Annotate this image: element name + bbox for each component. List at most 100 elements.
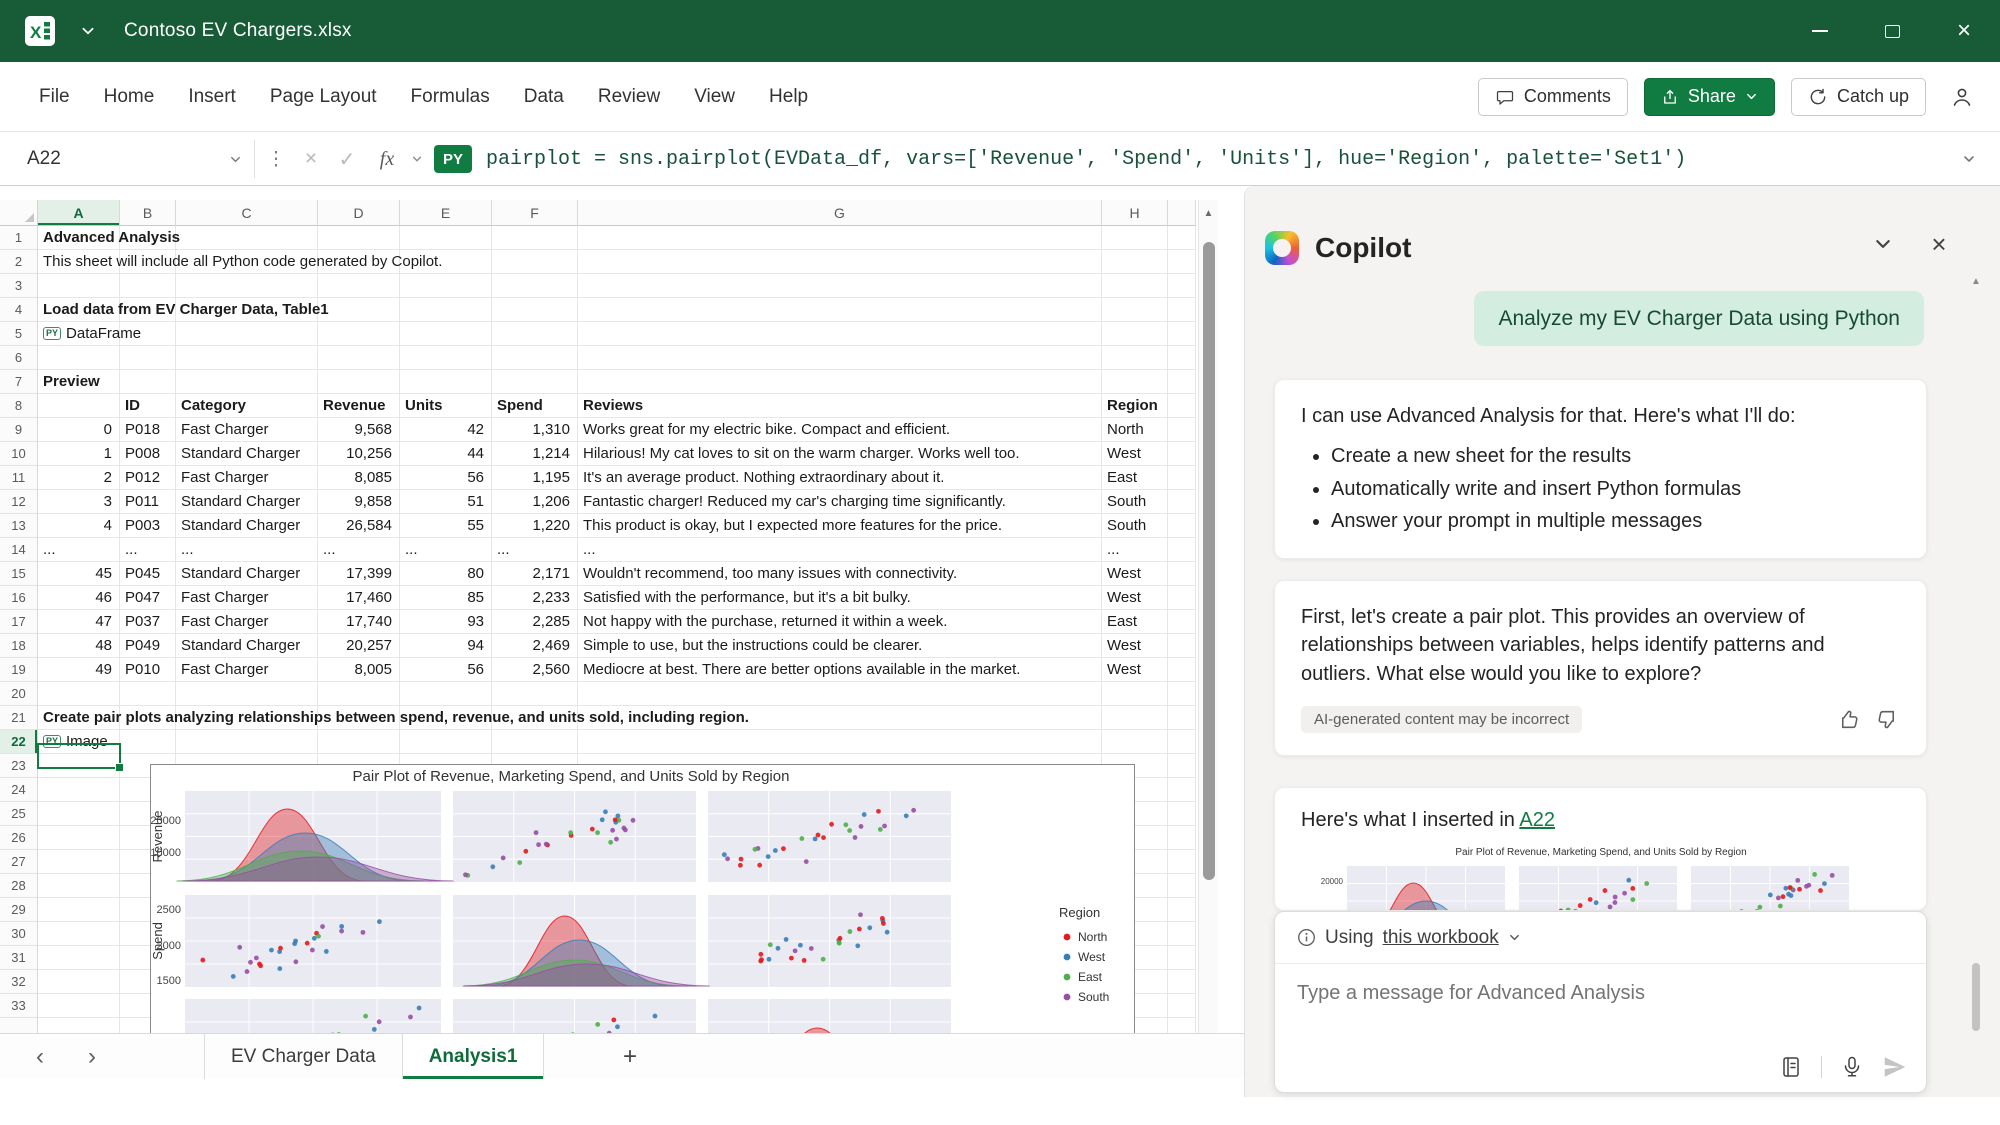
cell-H3[interactable]	[1102, 274, 1168, 298]
expand-formula-bar-icon[interactable]	[1952, 140, 1986, 178]
cell-D3[interactable]	[318, 274, 400, 298]
row-header-12[interactable]: 12	[0, 490, 38, 514]
formula-bar-options-icon[interactable]: ⋮	[262, 140, 290, 178]
cell-G1[interactable]	[578, 226, 1102, 250]
row-header-4[interactable]: 4	[0, 298, 38, 322]
cell-G10[interactable]: Hilarious! My cat loves to sit on the wa…	[578, 442, 1102, 466]
cell-G18[interactable]: Simple to use, but the instructions coul…	[578, 634, 1102, 658]
cell-F9[interactable]: 1,310	[492, 418, 578, 442]
cell-I10[interactable]	[1168, 442, 1196, 466]
cell-C14[interactable]: ...	[176, 538, 318, 562]
cell-E14[interactable]: ...	[400, 538, 492, 562]
cell-I18[interactable]	[1168, 634, 1196, 658]
cancel-entry-icon[interactable]: ×	[296, 140, 326, 178]
cell-C18[interactable]: Standard Charger	[176, 634, 318, 658]
row-header-18[interactable]: 18	[0, 634, 38, 658]
cell-A26[interactable]	[38, 826, 120, 850]
cell-A4[interactable]: Load data from EV Charger Data, Table1	[38, 298, 120, 322]
cell-I31[interactable]	[1168, 946, 1196, 970]
cell-D15[interactable]: 17,399	[318, 562, 400, 586]
cell-B20[interactable]	[120, 682, 176, 706]
cell-D6[interactable]	[318, 346, 400, 370]
cell-A13[interactable]: 4	[38, 514, 120, 538]
cell-F5[interactable]	[492, 322, 578, 346]
cell-H2[interactable]	[1102, 250, 1168, 274]
cell-F17[interactable]: 2,285	[492, 610, 578, 634]
cell-G7[interactable]	[578, 370, 1102, 394]
insert-function-icon[interactable]: fx	[370, 140, 404, 178]
next-sheet-arrow[interactable]: ›	[74, 1034, 110, 1079]
cell-E17[interactable]: 93	[400, 610, 492, 634]
cell-H9[interactable]: North	[1102, 418, 1168, 442]
row-header-9[interactable]: 9	[0, 418, 38, 442]
new-sheet-button[interactable]: +	[614, 1041, 646, 1073]
cell-F20[interactable]	[492, 682, 578, 706]
cell-D20[interactable]	[318, 682, 400, 706]
cell-H8[interactable]: Region	[1102, 394, 1168, 418]
name-box[interactable]: A22	[13, 140, 255, 178]
cell-H22[interactable]	[1102, 730, 1168, 754]
cell-I29[interactable]	[1168, 898, 1196, 922]
row-header-27[interactable]: 27	[0, 850, 38, 874]
ribbon-tab-insert[interactable]: Insert	[171, 62, 253, 131]
row-header-19[interactable]: 19	[0, 658, 38, 682]
cell-G2[interactable]	[578, 250, 1102, 274]
ribbon-tab-file[interactable]: File	[22, 62, 87, 131]
cell-C5[interactable]	[176, 322, 318, 346]
cell-I20[interactable]	[1168, 682, 1196, 706]
row-header-29[interactable]: 29	[0, 898, 38, 922]
cell-H12[interactable]: South	[1102, 490, 1168, 514]
copilot-close-button[interactable]: ×	[1923, 228, 1955, 260]
cell-F1[interactable]	[492, 226, 578, 250]
cell-H13[interactable]: South	[1102, 514, 1168, 538]
ribbon-tab-page-layout[interactable]: Page Layout	[253, 62, 394, 131]
cell-H18[interactable]: West	[1102, 634, 1168, 658]
cell-D8[interactable]: Revenue	[318, 394, 400, 418]
cell-G9[interactable]: Works great for my electric bike. Compac…	[578, 418, 1102, 442]
cell-H5[interactable]	[1102, 322, 1168, 346]
row-header-3[interactable]: 3	[0, 274, 38, 298]
column-header-B[interactable]: B	[120, 200, 176, 226]
cell-E3[interactable]	[400, 274, 492, 298]
cell-A7[interactable]: Preview	[38, 370, 120, 394]
cell-E15[interactable]: 80	[400, 562, 492, 586]
previous-sheet-arrow[interactable]: ‹	[22, 1034, 58, 1079]
cell-I27[interactable]	[1168, 850, 1196, 874]
cell-H4[interactable]	[1102, 298, 1168, 322]
cell-H7[interactable]	[1102, 370, 1168, 394]
row-header-23[interactable]: 23	[0, 754, 38, 778]
cell-B3[interactable]	[120, 274, 176, 298]
row-header-20[interactable]: 20	[0, 682, 38, 706]
cell-D16[interactable]: 17,460	[318, 586, 400, 610]
cell-A10[interactable]: 1	[38, 442, 120, 466]
cell-D12[interactable]: 9,858	[318, 490, 400, 514]
row-header-25[interactable]: 25	[0, 802, 38, 826]
cell-I9[interactable]	[1168, 418, 1196, 442]
cell-D10[interactable]: 10,256	[318, 442, 400, 466]
cell-H17[interactable]: East	[1102, 610, 1168, 634]
cell-I14[interactable]	[1168, 538, 1196, 562]
row-header-30[interactable]: 30	[0, 922, 38, 946]
row-header-1[interactable]: 1	[0, 226, 38, 250]
cell-G19[interactable]: Mediocre at best. There are better optio…	[578, 658, 1102, 682]
cell-A25[interactable]	[38, 802, 120, 826]
cell-B15[interactable]: P045	[120, 562, 176, 586]
cell-E10[interactable]: 44	[400, 442, 492, 466]
inserted-chart-preview[interactable]: Pair Plot of Revenue, Marketing Spend, a…	[1301, 844, 1900, 911]
cell-F12[interactable]: 1,206	[492, 490, 578, 514]
cell-G5[interactable]	[578, 322, 1102, 346]
cell-F18[interactable]: 2,469	[492, 634, 578, 658]
cell-G20[interactable]	[578, 682, 1102, 706]
cell-I12[interactable]	[1168, 490, 1196, 514]
cell-A32[interactable]	[38, 970, 120, 994]
cell-C6[interactable]	[176, 346, 318, 370]
cell-A2[interactable]: This sheet will include all Python code …	[38, 250, 120, 274]
cell-B8[interactable]: ID	[120, 394, 176, 418]
cell-H16[interactable]: West	[1102, 586, 1168, 610]
column-header-A[interactable]: A	[38, 200, 120, 226]
function-chevron-icon[interactable]	[406, 140, 428, 178]
copilot-scrollbar-thumb[interactable]	[1972, 963, 1980, 1031]
cell-A9[interactable]: 0	[38, 418, 120, 442]
cell-A30[interactable]	[38, 922, 120, 946]
cell-I13[interactable]	[1168, 514, 1196, 538]
